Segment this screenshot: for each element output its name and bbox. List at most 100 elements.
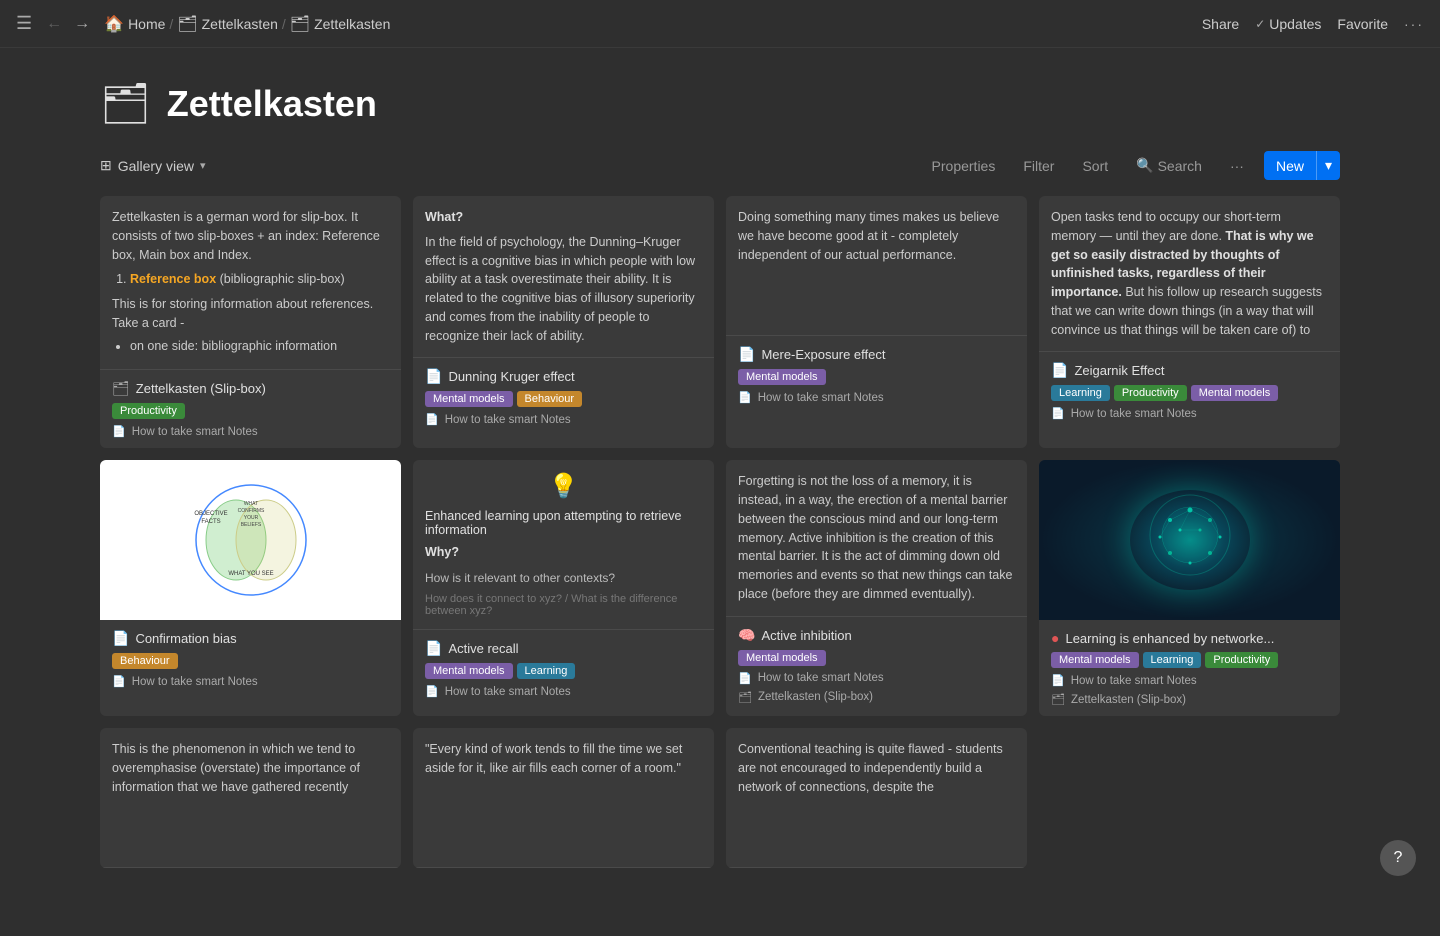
card-mere-exposure[interactable]: Doing something many times makes us beli… bbox=[726, 196, 1027, 448]
lightbulb-icon: 💡 bbox=[425, 472, 702, 501]
card-title-icon: 📄 bbox=[425, 640, 442, 657]
card-title-icon: 📄 bbox=[738, 346, 755, 363]
source-label: How to take smart Notes bbox=[132, 676, 258, 688]
card-confirmation-bias[interactable]: OBJECTIVE FACTS WHAT CONFIRMS YOUR BELIE… bbox=[100, 460, 401, 716]
card-source-row: 📄 How to take smart Notes bbox=[112, 425, 389, 438]
card-title-row: 📄 Dunning Kruger effect bbox=[425, 368, 702, 385]
top-bar-left: ☰ ← → 🏠 Home / 🗂 Zettelkasten / 🗂 Zettel… bbox=[16, 13, 390, 35]
card-dunning-kruger[interactable]: What? In the field of psychology, the Du… bbox=[413, 196, 714, 448]
new-button[interactable]: New ▾ bbox=[1264, 151, 1340, 180]
card-title-row: ● Learning is enhanced by networke... bbox=[1051, 630, 1328, 646]
preview-text: Conventional teaching is quite flawed - … bbox=[738, 742, 1003, 794]
card-preview: Open tasks tend to occupy our short-term… bbox=[1039, 196, 1340, 352]
tag-mental-models[interactable]: Mental models bbox=[738, 369, 826, 385]
card-meta: 📄 Dunning Kruger effect Mental models Be… bbox=[413, 358, 714, 436]
search-button[interactable]: 🔍 Search bbox=[1128, 153, 1210, 178]
source-icon: 📄 bbox=[738, 391, 752, 404]
properties-button[interactable]: Properties bbox=[924, 154, 1004, 178]
brain-icon: 🧠 bbox=[738, 627, 755, 644]
svg-text:FACTS: FACTS bbox=[201, 519, 220, 525]
view-chevron-icon: ▾ bbox=[200, 159, 206, 172]
source-icon-2: 🗂 bbox=[1051, 693, 1065, 706]
card-preview: Doing something many times makes us beli… bbox=[726, 196, 1027, 336]
card-meta: 🧠 Active inhibition Mental models 📄 How … bbox=[726, 617, 1027, 714]
card-preview: Conventional teaching is quite flawed - … bbox=[726, 728, 1027, 868]
card-active-inhibition[interactable]: Forgetting is not the loss of a memory, … bbox=[726, 460, 1027, 716]
breadcrumb-home-label: Home bbox=[128, 16, 165, 32]
nav-arrows: ← → bbox=[42, 13, 94, 35]
tag-productivity[interactable]: Productivity bbox=[1114, 385, 1187, 401]
card-zettelkasten[interactable]: Zettelkasten is a german word for slip-b… bbox=[100, 196, 401, 448]
tag-mental-models[interactable]: Mental models bbox=[425, 391, 513, 407]
tag-productivity[interactable]: Productivity bbox=[112, 403, 185, 419]
breadcrumb-home[interactable]: 🏠 Home bbox=[104, 14, 165, 34]
help-button[interactable]: ? bbox=[1380, 840, 1416, 876]
updates-button[interactable]: ✓ Updates bbox=[1255, 16, 1321, 32]
card-tags: Mental models Behaviour bbox=[425, 391, 702, 407]
gallery-view-toggle[interactable]: ⊞ Gallery view ▾ bbox=[100, 157, 206, 174]
tag-mental-models[interactable]: Mental models bbox=[738, 650, 826, 666]
card-title-row: 🗂 Zettelkasten (Slip-box) bbox=[112, 380, 389, 397]
card-preview: This is the phenomenon in which we tend … bbox=[100, 728, 401, 868]
card-learning-networked[interactable]: ● Learning is enhanced by networke... Me… bbox=[1039, 460, 1340, 716]
breadcrumb-zettelkasten1[interactable]: 🗂 Zettelkasten bbox=[177, 14, 278, 34]
card-source-row: 📄 How to take smart Notes bbox=[425, 413, 702, 426]
card-active-recall[interactable]: 💡 Enhanced learning upon attempting to r… bbox=[413, 460, 714, 716]
preview-text: Forgetting is not the loss of a memory, … bbox=[738, 474, 1012, 601]
card-title-row: 📄 Mere-Exposure effect bbox=[738, 346, 1015, 363]
card-source-row: 📄 How to take smart Notes bbox=[112, 675, 389, 688]
tag-learning[interactable]: Learning bbox=[1143, 652, 1202, 668]
card-quote[interactable]: "Every kind of work tends to fill the ti… bbox=[413, 728, 714, 868]
card-title-row: 🧠 Active inhibition bbox=[738, 627, 1015, 644]
preview-quote: "Every kind of work tends to fill the ti… bbox=[425, 742, 682, 775]
preview-text: Zettelkasten is a german word for slip-b… bbox=[112, 210, 380, 262]
card-venn-image: OBJECTIVE FACTS WHAT CONFIRMS YOUR BELIE… bbox=[100, 460, 401, 620]
search-icon: 🔍 bbox=[1136, 157, 1153, 174]
card-recall-preview: 💡 Enhanced learning upon attempting to r… bbox=[413, 460, 714, 630]
preview-heading: What? bbox=[425, 208, 702, 227]
card-zeigarnik[interactable]: Open tasks tend to occupy our short-term… bbox=[1039, 196, 1340, 448]
forward-arrow[interactable]: → bbox=[70, 13, 94, 35]
tag-learning[interactable]: Learning bbox=[1051, 385, 1110, 401]
page-header: 🗂 Zettelkasten bbox=[0, 48, 1440, 143]
tag-mental-models[interactable]: Mental models bbox=[425, 663, 513, 679]
updates-label: Updates bbox=[1269, 16, 1321, 32]
card-title: Confirmation bias bbox=[135, 631, 236, 646]
card-title-row: 📄 Confirmation bias bbox=[112, 630, 389, 647]
tag-learning[interactable]: Learning bbox=[517, 663, 576, 679]
source-icon: 📄 bbox=[425, 413, 439, 426]
tag-behaviour[interactable]: Behaviour bbox=[517, 391, 583, 407]
breadcrumb-zettelkasten2[interactable]: 🗂 Zettelkasten bbox=[290, 14, 391, 34]
recall-heading: Enhanced learning upon attempting to ret… bbox=[425, 509, 702, 537]
card-source-row: 📄 How to take smart Notes bbox=[738, 672, 1015, 685]
brain-visual bbox=[1039, 460, 1340, 620]
source-label: How to take smart Notes bbox=[1071, 675, 1197, 687]
favorite-button[interactable]: Favorite bbox=[1337, 16, 1388, 32]
filter-button[interactable]: Filter bbox=[1015, 154, 1062, 178]
card-title-icon: 📄 bbox=[112, 630, 129, 647]
card-meta: 📄 Active recall Mental models Learning 📄… bbox=[413, 630, 714, 708]
tag-behaviour[interactable]: Behaviour bbox=[112, 653, 178, 669]
new-button-arrow[interactable]: ▾ bbox=[1316, 151, 1340, 180]
source-icon: 📄 bbox=[112, 425, 126, 438]
hamburger-icon[interactable]: ☰ bbox=[16, 13, 32, 34]
more-options-button[interactable]: ··· bbox=[1404, 16, 1424, 32]
tag-productivity[interactable]: Productivity bbox=[1205, 652, 1278, 668]
tag-mental-models[interactable]: Mental models bbox=[1191, 385, 1279, 401]
home-icon: 🏠 bbox=[104, 14, 124, 34]
brain-image bbox=[1039, 460, 1340, 620]
source-label: How to take smart Notes bbox=[758, 672, 884, 684]
gallery-container: Zettelkasten is a german word for slip-b… bbox=[0, 196, 1440, 936]
sort-button[interactable]: Sort bbox=[1074, 154, 1116, 178]
top-bar-right: Share ✓ Updates Favorite ··· bbox=[1202, 16, 1424, 32]
back-arrow[interactable]: ← bbox=[42, 13, 66, 35]
card-recency-bias[interactable]: This is the phenomenon in which we tend … bbox=[100, 728, 401, 868]
preview-text: This is the phenomenon in which we tend … bbox=[112, 742, 360, 794]
card-meta: 🗂 Zettelkasten (Slip-box) Productivity 📄… bbox=[100, 370, 401, 448]
more-toolbar-button[interactable]: ··· bbox=[1222, 154, 1252, 178]
tag-mental-models[interactable]: Mental models bbox=[1051, 652, 1139, 668]
share-button[interactable]: Share bbox=[1202, 16, 1239, 32]
card-conventional-teaching[interactable]: Conventional teaching is quite flawed - … bbox=[726, 728, 1027, 868]
gallery-grid: Zettelkasten is a german word for slip-b… bbox=[100, 196, 1340, 888]
help-icon: ? bbox=[1394, 849, 1403, 867]
